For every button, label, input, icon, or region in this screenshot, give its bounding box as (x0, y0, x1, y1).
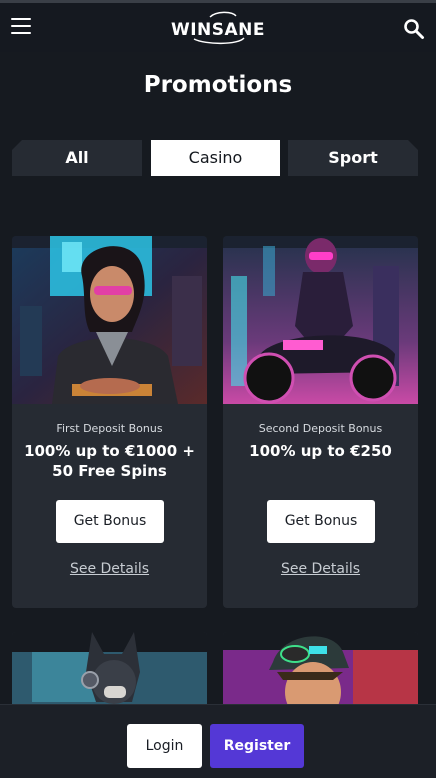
see-details-link[interactable]: See Details (223, 561, 418, 577)
tab-all[interactable]: All (12, 140, 142, 176)
promo-subtitle: First Deposit Bonus (56, 422, 163, 435)
auth-bottom-bar: Login Register (0, 704, 436, 778)
page-title: Promotions (143, 72, 293, 98)
tab-casino[interactable]: Casino (151, 140, 280, 176)
promo-subtitle: Second Deposit Bonus (258, 422, 383, 435)
register-button[interactable]: Register (210, 724, 304, 768)
get-bonus-button[interactable]: Get Bonus (267, 500, 375, 543)
cyberpunk-woman-illustration (12, 236, 207, 404)
hamburger-menu-icon[interactable] (11, 18, 31, 36)
promo-card-first-deposit: First Deposit Bonus 100% up to €1000 + 5… (12, 236, 207, 608)
promotion-tabs: All Casino Sport (12, 140, 418, 176)
search-icon[interactable] (403, 18, 425, 40)
promo-title: 100% up to €1000 + 50 Free Spins (24, 442, 195, 480)
logo-text: WINSANE (170, 20, 266, 40)
get-bonus-button[interactable]: Get Bonus (56, 500, 164, 543)
top-header: WINSANE (0, 0, 436, 52)
promo-title: 100% up to €250 (249, 442, 392, 460)
login-button[interactable]: Login (127, 724, 202, 768)
motorcycle-rider-illustration (223, 236, 418, 404)
promo-card-second-deposit: Second Deposit Bonus 100% up to €250 Get… (223, 236, 418, 608)
see-details-link[interactable]: See Details (12, 561, 207, 577)
site-logo[interactable]: WINSANE (150, 11, 286, 45)
tab-sport[interactable]: Sport (288, 140, 418, 176)
